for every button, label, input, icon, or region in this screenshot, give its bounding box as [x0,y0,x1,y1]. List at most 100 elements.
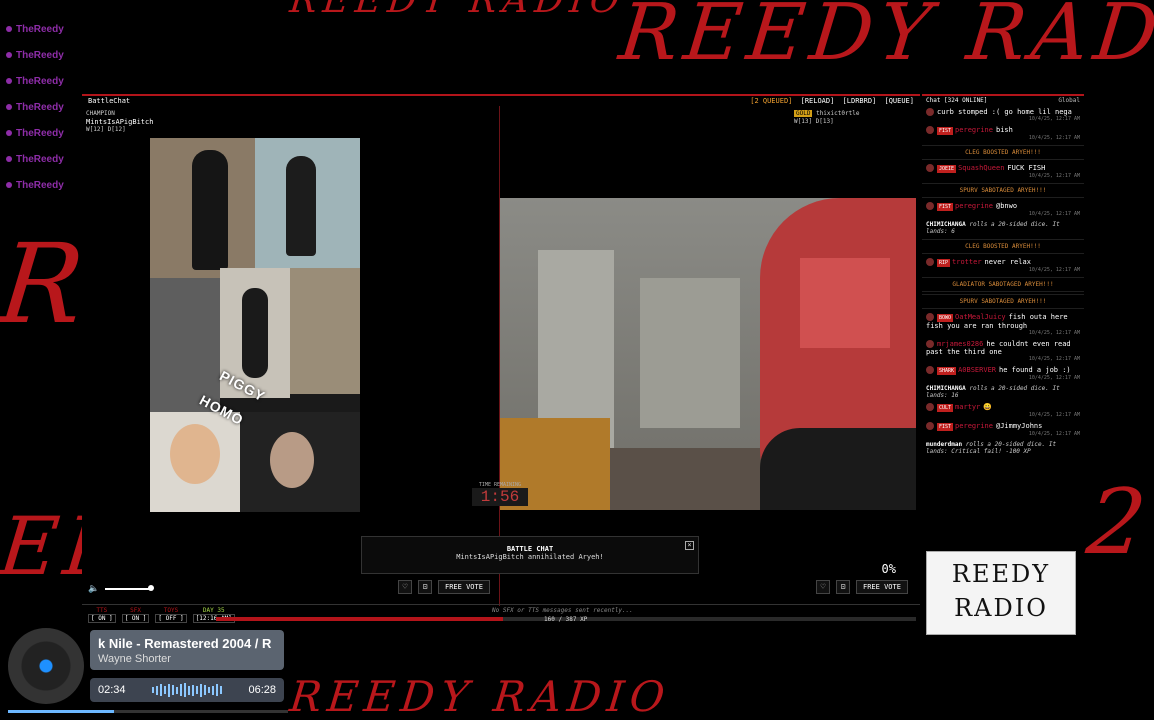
toast-title: BATTLE CHAT [506,545,554,553]
chat-message: FIST peregrine bish 10/4/25, 12:17 AM [922,124,1084,143]
lock-icon[interactable]: ⊡ [418,580,432,594]
chat-message: CULT martyr 😀 10/4/25, 12:17 AM [922,401,1084,420]
chat-message-list[interactable]: curb stomped :( go home lil nega 10/4/25,… [922,106,1084,457]
avatar [926,403,934,411]
right-vote-controls: ♡ ⊡ FREE VOTE [816,580,908,594]
battle-timer: TIME REMAINING 1:56 [472,482,528,506]
leaderboard-button[interactable]: [LDRBRD] [843,97,877,105]
chat-system-message: GLADIATOR SABOTAGED ARYEH!!! [922,277,1084,292]
chat-username[interactable]: SquashQueen [958,164,1004,172]
tts-toggle[interactable]: TTS[ ON ] [88,607,116,623]
avatar [926,313,934,321]
heart-icon[interactable]: ♡ [816,580,830,594]
chat-message: RIP trotter never relax 10/4/25, 12:17 AM [922,256,1084,275]
opponent-info: GOLD thixict0rtle W[13] D[13] [794,110,859,126]
volume-slider[interactable] [105,585,155,591]
queued-count: [2 QUEUED] [750,97,793,105]
chat-timestamp: 10/4/25, 12:17 AM [1028,356,1080,362]
battle-topbar: BattleChat [2 QUEUED] [RELOAD] [LDRBRD] … [82,96,920,106]
opponent-stats: W[13] D[13] [794,118,834,125]
chat-username[interactable]: martyr [955,403,980,411]
now-playing-widget: k Nile - Remastered 2004 / R Wayne Short… [90,630,284,704]
chat-text: 😀 [983,403,993,411]
status-bar: TTS[ ON ] SFX[ ON ] TOYS[ OFF ] DAY 35 [1… [82,604,920,624]
battle-toast: BATTLE CHAT MintsIsAPigBitch annihilated… [361,536,699,574]
avatar [926,422,934,430]
toys-toggle[interactable]: TOYS[ OFF ] [155,607,187,623]
opponent-webcam [500,198,916,510]
chat-timestamp: 10/4/25, 12:17 AM [1028,412,1080,418]
chat-timestamp: 10/4/25, 12:17 AM [1028,116,1080,122]
sidebar-name: TheReedy [6,24,64,35]
free-vote-button-right[interactable]: FREE VOTE [856,580,908,594]
chat-panel: Chat [324 ONLINE] Global curb stomped :(… [922,94,1084,624]
champion-image: PIGGY HOMO [150,138,360,512]
user-badge: CULT [937,404,954,412]
chat-username[interactable]: A0BSERVER [958,366,996,374]
toast-message: MintsIsAPigBitch annihilated Aryeh! [456,553,604,561]
champion-stats: W[12] D[12] [86,126,126,133]
duration-time: 06:28 [248,684,276,696]
user-badge: FIST [937,423,954,431]
sfx-status-text: No SFX or TTS messages sent recently... [492,607,633,614]
avatar [926,202,934,210]
chat-message: BOWO OatMealJuicy fish outa here fish you … [922,311,1084,338]
free-vote-button-left[interactable]: FREE VOTE [438,580,490,594]
battle-window: BattleChat [2 QUEUED] [RELOAD] [LDRBRD] … [82,94,920,624]
chat-text: @JimmyJohns [995,422,1043,430]
volume-control[interactable]: 🔈 [88,584,155,594]
avatar [926,164,934,172]
sidebar-name: TheReedy [6,102,64,113]
chat-username[interactable]: peregrine [955,202,993,210]
sfx-toggle[interactable]: SFX[ ON ] [121,607,150,623]
chat-text: bish [995,126,1013,134]
left-vote-controls: ♡ ⊡ FREE VOTE [398,580,490,594]
lock-icon[interactable]: ⊡ [836,580,850,594]
chat-timestamp: 10/4/25, 12:17 AM [1028,375,1080,381]
user-badge: SHARK [937,367,957,375]
chat-username[interactable]: peregrine [955,422,993,430]
chat-timestamp: 10/4/25, 12:17 AM [1028,135,1080,141]
sidebar-name: TheReedy [6,180,64,191]
elapsed-time: 02:34 [98,684,126,696]
xp-text: 160 / 387 XP [544,616,588,623]
chat-dice-roll: CHIMICHANGA rolls a 20-sided dice. It la… [926,221,1060,235]
chat-message: curb stomped :( go home lil nega 10/4/25,… [922,106,1084,124]
chat-text: curb stomped :( go home lil nega [937,108,1072,116]
sidebar-name: TheReedy [6,128,64,139]
chat-scope-select[interactable]: Global [1058,96,1080,106]
champion-name: MintsIsAPigBitch [86,118,154,126]
avatar [926,366,934,374]
bg-scrawl-bottom: REEDY RADIO [287,672,673,720]
champion-label: CHAMPION [86,110,115,117]
queue-button[interactable]: [QUEUE] [884,97,914,105]
reload-button[interactable]: [RELOAD] [801,97,835,105]
chat-dice-roll: munderdman rolls a 20-sided dice. It lan… [926,441,1057,455]
chat-system-message: CLEG BOOSTED ARYEH!!! [922,239,1084,254]
song-title: k Nile - Remastered 2004 / R [98,636,272,651]
sidebar-name: TheReedy [6,154,64,165]
user-badge: JOEIE [937,165,957,173]
heart-icon[interactable]: ♡ [398,580,412,594]
chat-username[interactable]: mrjames0286 [937,340,983,348]
sidebar-name: TheReedy [6,76,64,87]
close-icon[interactable]: × [685,541,694,550]
song-progress-bar [8,710,288,713]
chat-username[interactable]: peregrine [955,126,993,134]
bg-scrawl-top-left: REEDY RADIO [287,0,628,21]
chat-text: never relax [984,258,1031,266]
avatar [926,340,934,348]
speaker-icon[interactable]: 🔈 [88,584,99,594]
chat-message: FIST peregrine @bnwo 10/4/25, 12:17 AM [922,200,1084,219]
champion-info: CHAMPION MintsIsAPigBitch W[12] D[12] [86,110,153,134]
user-badge: FIST [937,203,954,211]
avatar [926,258,934,266]
chat-username[interactable]: trotter [952,258,982,266]
chat-title: Chat [324 ONLINE] [926,97,988,104]
chat-system-message: CLEG BOOSTED ARYEH!!! [922,145,1084,160]
chat-username[interactable]: OatMealJuicy [955,313,1006,321]
waveform-icon [152,683,222,697]
chat-message: SHARK A0BSERVER he found a job :) 10/4/25, … [922,364,1084,383]
opponent-badge: GOLD [794,110,813,117]
chat-timestamp: 10/4/25, 12:17 AM [1028,431,1080,437]
